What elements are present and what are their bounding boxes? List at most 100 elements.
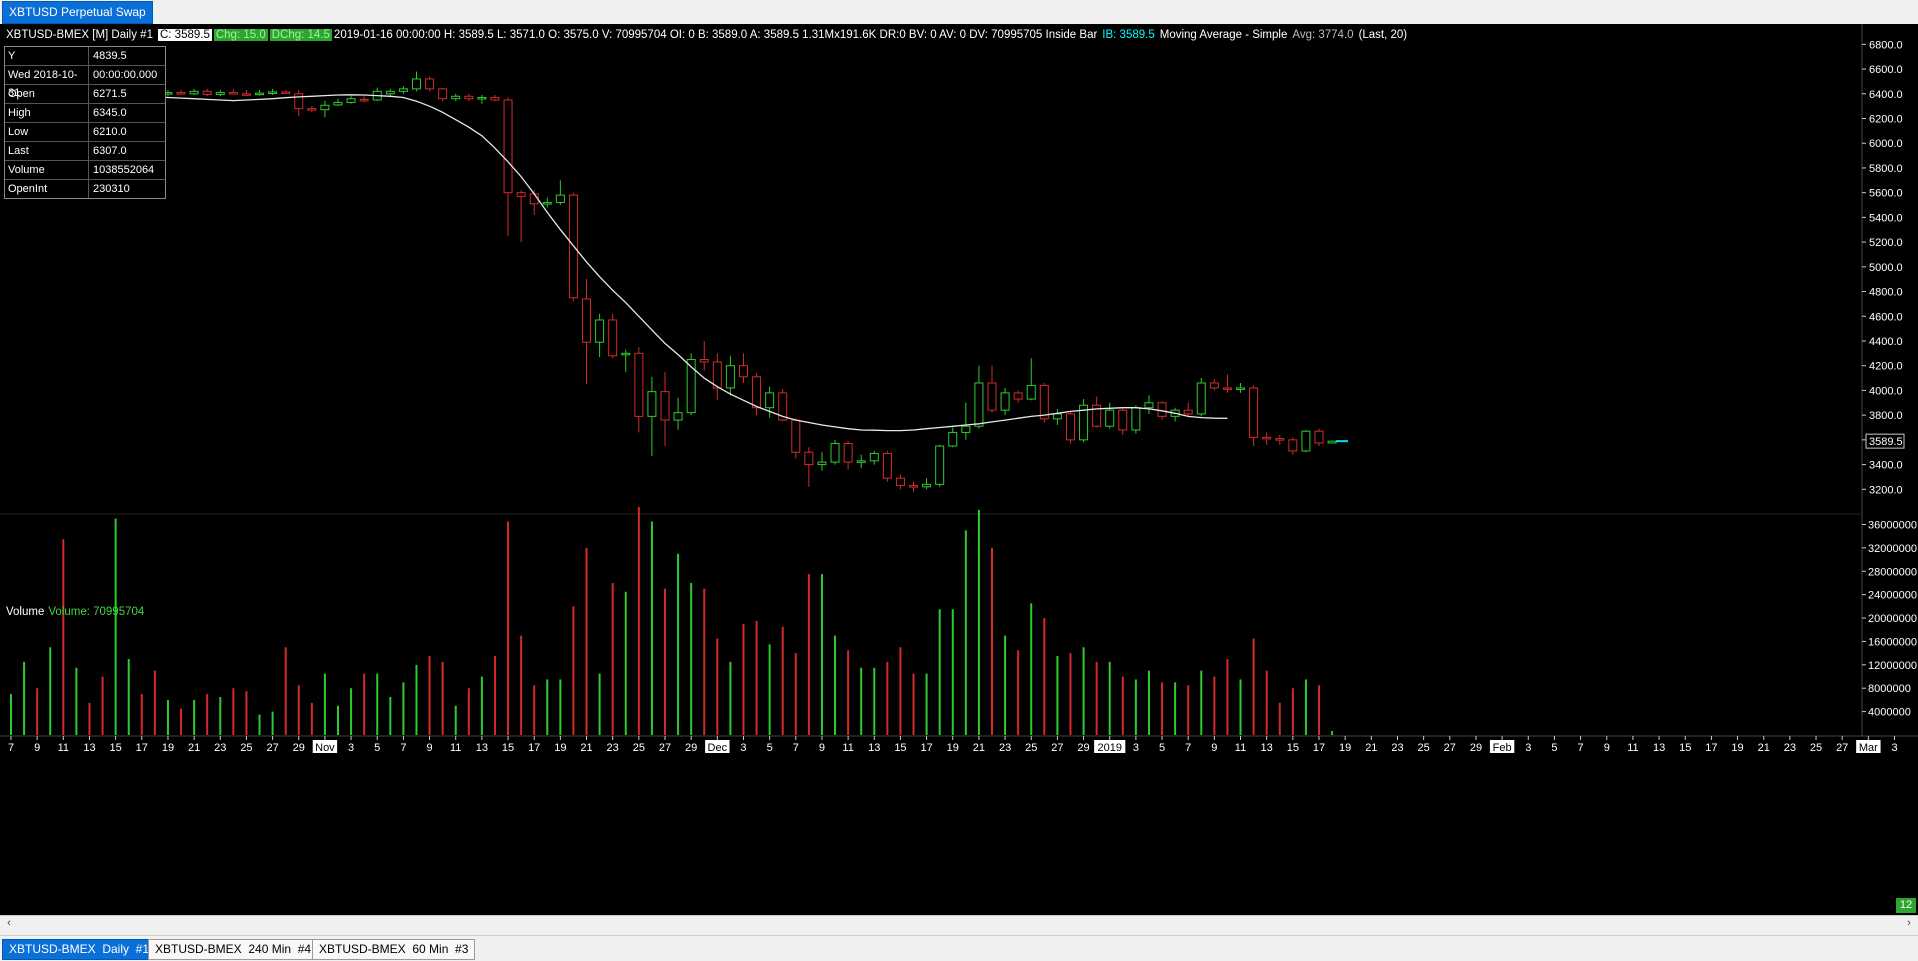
candle-body xyxy=(321,105,329,109)
time-tick-label: 9 xyxy=(426,742,432,754)
indicator-name: Moving Average - Simple xyxy=(1160,29,1288,41)
candle-body xyxy=(805,452,813,464)
time-tick-label: 29 xyxy=(293,742,305,754)
data-window-key: Low xyxy=(5,123,89,141)
data-window-row: Volume1038552064 xyxy=(5,161,165,180)
candle-body xyxy=(831,444,839,463)
time-tick-label: 3 xyxy=(348,742,354,754)
price-tick-label: 5400.0 xyxy=(1869,212,1903,224)
candle-body xyxy=(386,91,394,93)
candle-body xyxy=(792,420,800,452)
price-tick-label: 5000.0 xyxy=(1869,262,1903,274)
candle-body xyxy=(766,393,774,408)
data-window-key: Last xyxy=(5,142,89,160)
data-window-value: 6307.0 xyxy=(89,142,127,160)
candle-body xyxy=(308,109,316,111)
data-window-row: OpenInt230310 xyxy=(5,180,165,198)
price-tick-label: 5800.0 xyxy=(1869,163,1903,175)
time-tick-label: 13 xyxy=(1261,742,1273,754)
candle-body xyxy=(1053,414,1061,419)
data-window-value: 00:00:00.000 xyxy=(89,66,157,84)
time-tick-label: 2019 xyxy=(1097,742,1121,754)
price-tick-label: 6400.0 xyxy=(1869,89,1903,101)
candle-body xyxy=(936,446,944,484)
indicator-avg: Avg: 3774.0 xyxy=(1292,29,1353,41)
time-tick-label: 25 xyxy=(240,742,252,754)
time-tick-label: Mar xyxy=(1859,742,1878,754)
data-window-row: Y4839.5 xyxy=(5,47,165,66)
time-tick-label: 19 xyxy=(1339,742,1351,754)
time-tick-label: 3 xyxy=(1133,742,1139,754)
time-tick-label: 27 xyxy=(659,742,671,754)
time-tick-label: 21 xyxy=(580,742,592,754)
price-tick-label: 3200.0 xyxy=(1869,484,1903,496)
time-tick-label: 11 xyxy=(1235,742,1246,754)
time-tick-label: 7 xyxy=(793,742,799,754)
time-tick-label: 19 xyxy=(947,742,959,754)
candle-body xyxy=(347,99,355,103)
candle-body xyxy=(1066,414,1074,440)
time-tick-label: 11 xyxy=(842,742,853,754)
candle-body xyxy=(1001,393,1009,410)
candle-body xyxy=(1328,441,1336,443)
data-window-value: 230310 xyxy=(89,180,130,198)
candle-body xyxy=(896,478,904,485)
time-tick-label: 17 xyxy=(1313,742,1325,754)
corner-badge[interactable]: 12 xyxy=(1896,898,1916,913)
volume-tick-label: 28000000 xyxy=(1868,566,1917,578)
candle-body xyxy=(1145,403,1153,408)
time-tick-label: 9 xyxy=(819,742,825,754)
candle-body xyxy=(1184,410,1192,414)
candle-body xyxy=(1289,440,1297,451)
time-tick-label: Dec xyxy=(708,742,728,754)
price-tick-label: 3400.0 xyxy=(1869,460,1903,472)
inside-bar-value: IB: 3589.5 xyxy=(1102,29,1154,41)
time-tick-label: 15 xyxy=(502,742,514,754)
candle-body xyxy=(1223,388,1231,390)
window-title-tab[interactable]: XBTUSD Perpetual Swap xyxy=(2,1,153,24)
candle-body xyxy=(360,99,368,101)
candle-body xyxy=(661,392,669,420)
price-tick-label: 4200.0 xyxy=(1869,361,1903,373)
time-tick-label: 5 xyxy=(1551,742,1557,754)
candle-body xyxy=(203,91,211,94)
price-tick-label: 4800.0 xyxy=(1869,287,1903,299)
data-window-key: Wed 2018-10-31 xyxy=(5,66,89,84)
time-tick-label: 23 xyxy=(999,742,1011,754)
chart-area[interactable]: 3200.03400.03600.03800.04000.04200.04400… xyxy=(0,24,1918,922)
data-window-row: Low6210.0 xyxy=(5,123,165,142)
candle-body xyxy=(739,366,747,377)
daily-change-value: DChg: 14.5 xyxy=(270,29,332,41)
scroll-left-icon[interactable]: ‹ xyxy=(2,916,16,930)
symbol-label: XBTUSD-BMEX [M] Daily #1 xyxy=(6,29,153,41)
candle-body xyxy=(216,93,224,95)
candle-body xyxy=(465,96,473,98)
time-tick-label: 13 xyxy=(1653,742,1665,754)
candle-body xyxy=(949,432,957,446)
candle-body xyxy=(700,360,708,362)
price-tick-label: 4600.0 xyxy=(1869,311,1903,323)
price-tick-label: 4000.0 xyxy=(1869,385,1903,397)
candle-body xyxy=(1263,437,1271,439)
horizontal-scrollbar[interactable]: ‹ › xyxy=(0,915,1918,930)
candle-body xyxy=(399,89,407,91)
time-tick-label: 7 xyxy=(1578,742,1584,754)
tab-60-min[interactable]: XBTUSD-BMEX 60 Min #3 xyxy=(312,939,475,960)
time-tick-label: 27 xyxy=(1051,742,1063,754)
price-volume-chart[interactable]: 3200.03400.03600.03800.04000.04200.04400… xyxy=(0,24,1918,922)
candle-body xyxy=(295,94,303,109)
tab-daily[interactable]: XBTUSD-BMEX Daily #1 xyxy=(2,939,156,960)
data-window-value: 1038552064 xyxy=(89,161,154,179)
candle-body xyxy=(1276,439,1284,441)
candle-body xyxy=(177,93,185,95)
candle-body xyxy=(870,453,878,460)
tab-240-min[interactable]: XBTUSD-BMEX 240 Min #4 xyxy=(148,939,318,960)
time-tick-label: 23 xyxy=(1784,742,1796,754)
time-tick-label: 7 xyxy=(1185,742,1191,754)
time-tick-label: 19 xyxy=(1731,742,1743,754)
time-tick-label: 9 xyxy=(1604,742,1610,754)
candle-body xyxy=(844,444,852,463)
time-tick-label: 29 xyxy=(1470,742,1482,754)
scroll-right-icon[interactable]: › xyxy=(1902,916,1916,930)
data-window-row: Last6307.0 xyxy=(5,142,165,161)
